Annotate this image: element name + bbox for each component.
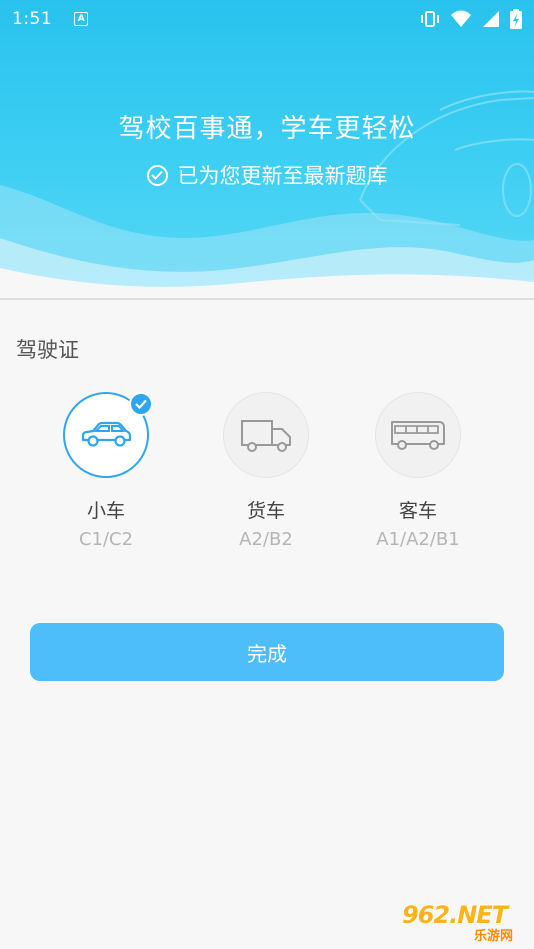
vehicle-name: 小车 xyxy=(86,500,125,522)
status-bar: 1:51 A xyxy=(0,0,534,38)
vehicle-icon-circle[interactable] xyxy=(223,392,309,478)
wave-background xyxy=(0,90,534,300)
vibrate-icon xyxy=(421,11,439,27)
vehicle-icon-circle[interactable] xyxy=(63,392,153,478)
battery-charging-icon xyxy=(510,9,522,29)
headline: 驾校百事通，学车更轻松 xyxy=(118,114,416,144)
status-time: 1:51 xyxy=(12,9,53,29)
signal-icon xyxy=(483,11,499,27)
done-button[interactable]: 完成 xyxy=(30,623,504,681)
vehicle-license-code: A2/B2 xyxy=(239,529,293,550)
section-title: 驾驶证 xyxy=(16,338,79,362)
update-status: 已为您更新至最新题库 xyxy=(0,160,534,190)
update-status-text: 已为您更新至最新题库 xyxy=(177,164,388,188)
selected-check-icon xyxy=(129,392,153,416)
vehicle-option-bus[interactable]: 客车 A1/A2/B1 xyxy=(353,392,483,550)
a-letter-icon: A xyxy=(74,12,89,26)
vehicle-name: 客车 xyxy=(398,500,437,522)
watermark-sub: 乐游网 xyxy=(474,929,514,944)
vehicle-license-code: A1/A2/B1 xyxy=(376,529,460,550)
check-circle-icon xyxy=(146,164,168,186)
divider xyxy=(0,298,534,300)
watermark-logo: 962.NET 乐游网 xyxy=(402,901,526,944)
header-banner: 1:51 A 驾校百事通，学车更轻松 已为您更新至最新题库 xyxy=(0,0,534,300)
status-icons xyxy=(420,9,522,29)
vehicle-icon-circle[interactable] xyxy=(375,392,461,478)
vehicle-name: 货车 xyxy=(246,500,285,522)
truck-icon xyxy=(241,420,291,452)
bus-icon xyxy=(391,421,445,450)
vehicle-option-truck[interactable]: 货车 A2/B2 xyxy=(201,392,331,550)
vehicle-option-car[interactable]: 小车 C1/C2 xyxy=(41,392,171,550)
vehicle-license-code: C1/C2 xyxy=(78,529,134,550)
wifi-icon xyxy=(451,10,471,27)
car-icon xyxy=(81,421,132,447)
